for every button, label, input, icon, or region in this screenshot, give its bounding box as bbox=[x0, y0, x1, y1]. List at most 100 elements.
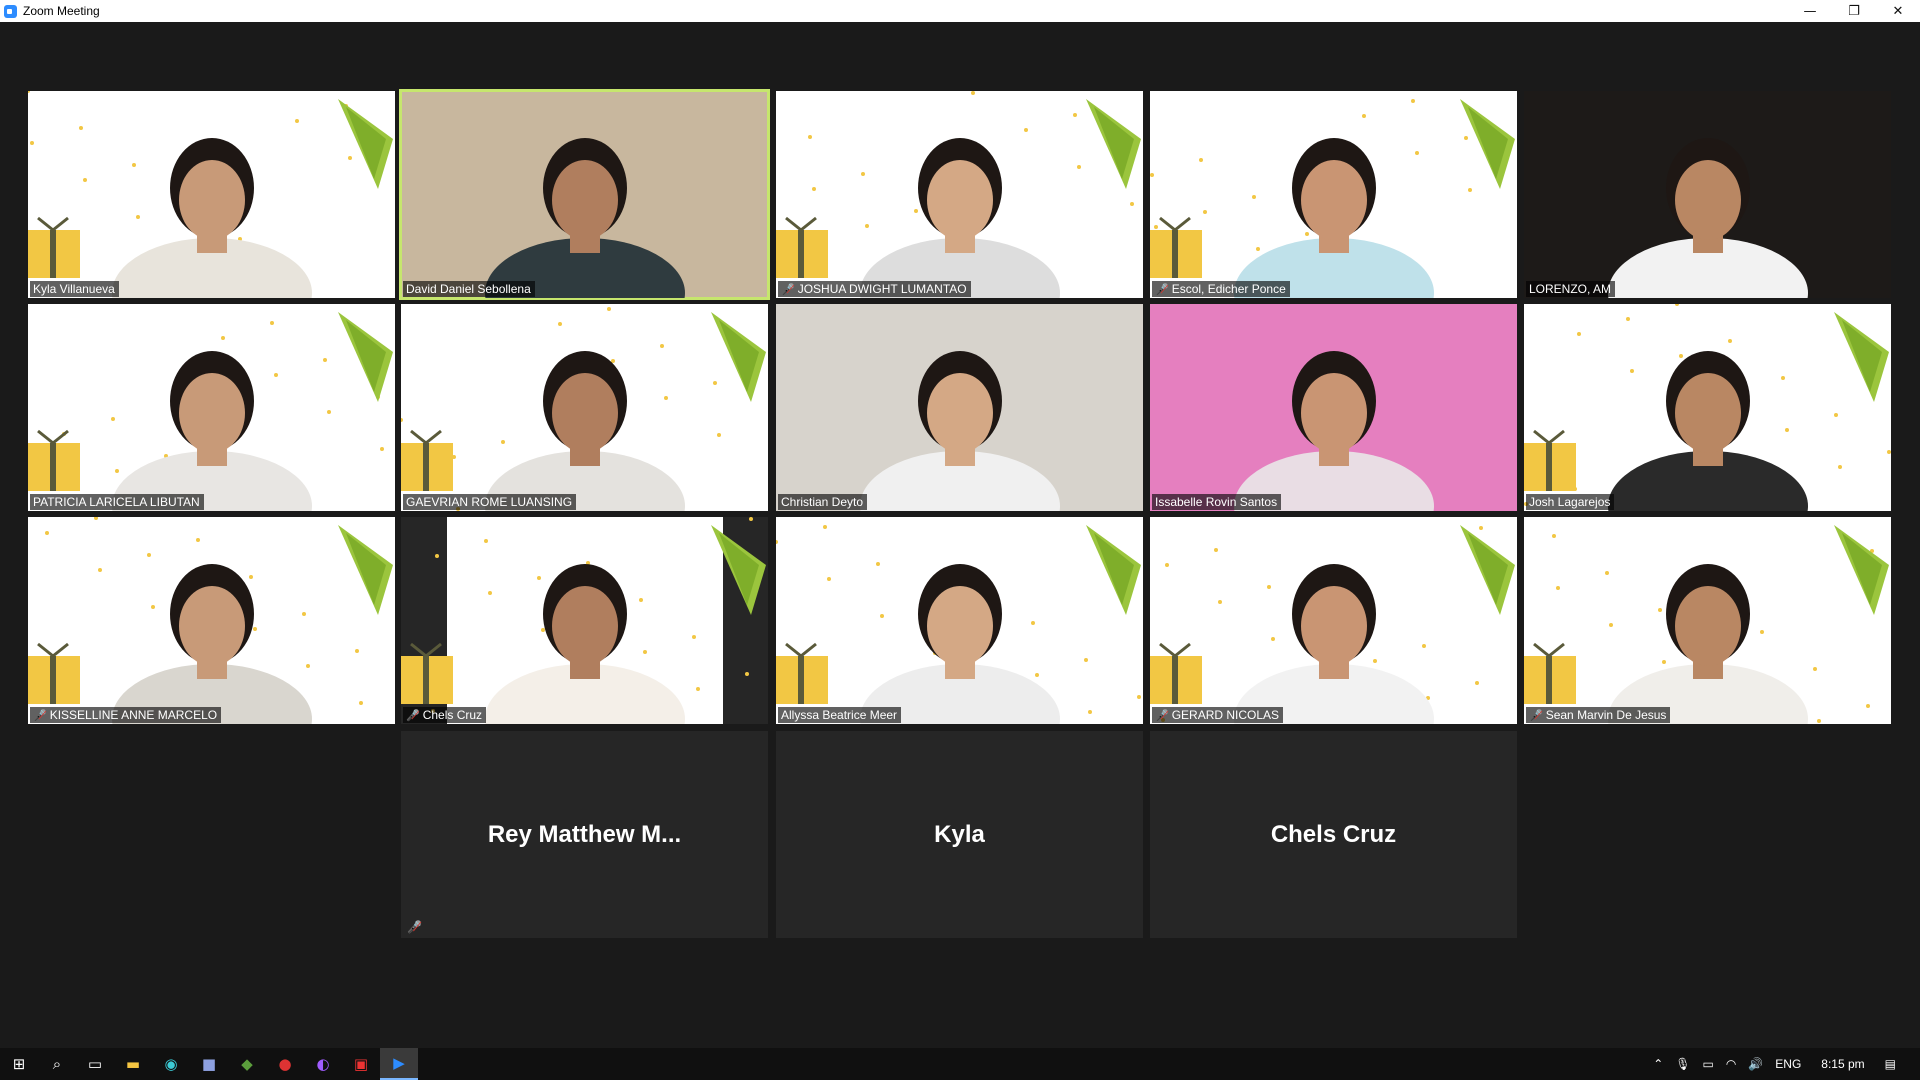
participant-video-tile[interactable]: 🎤̸ JOSHUA DWIGHT LUMANTAO bbox=[776, 91, 1143, 298]
gift-box-decoration bbox=[1150, 216, 1202, 278]
gift-box-decoration bbox=[28, 429, 80, 491]
participant-name-label: 🎤̸ Sean Marvin De Jesus bbox=[1526, 707, 1671, 723]
participant-video-tile[interactable]: 🎤̸ Chels Cruz bbox=[401, 517, 768, 724]
christmas-tree-decoration bbox=[338, 312, 393, 402]
muted-microphone-icon: 🎤̸ bbox=[1155, 708, 1169, 722]
christmas-tree-decoration bbox=[1460, 525, 1515, 615]
window-title-bar: Zoom Meeting — ❐ ✕ bbox=[0, 0, 1920, 22]
christmas-tree-decoration bbox=[711, 312, 766, 402]
participant-video-off-tile[interactable]: Kyla bbox=[776, 731, 1143, 938]
battery-icon[interactable]: ▭ bbox=[1703, 1057, 1714, 1071]
participant-name: Chels Cruz bbox=[422, 708, 483, 722]
discord-icon[interactable]: ■ bbox=[190, 1048, 228, 1080]
participant-silhouette bbox=[859, 138, 1060, 298]
participant-silhouette bbox=[1607, 351, 1808, 511]
muted-microphone-icon: 🎤̸ bbox=[1155, 282, 1169, 296]
app-icon[interactable]: ▣ bbox=[342, 1048, 380, 1080]
participant-video-tile[interactable]: PATRICIA LARICELA LIBUTAN bbox=[28, 304, 395, 511]
christmas-tree-decoration bbox=[711, 525, 766, 615]
participant-video-tile[interactable]: Christian Deyto bbox=[776, 304, 1143, 511]
christmas-tree-decoration bbox=[1086, 99, 1141, 189]
gift-box-decoration bbox=[776, 216, 828, 278]
system-tray: ⌃ 🎙 ▭ ◠ 🔊 ENG 8:15 pm ▤ bbox=[1647, 1048, 1920, 1080]
gift-box-decoration bbox=[1524, 429, 1576, 491]
participant-video-tile[interactable]: 🎤̸ Escol, Edicher Ponce bbox=[1150, 91, 1517, 298]
participant-name: Christian Deyto bbox=[781, 495, 864, 509]
task-view-icon[interactable]: ▭ bbox=[76, 1048, 114, 1080]
clock[interactable]: 8:15 pm bbox=[1821, 1057, 1864, 1071]
gift-box-decoration bbox=[401, 429, 453, 491]
participant-name-label: Allyssa Beatrice Meer bbox=[778, 707, 902, 723]
gift-box-decoration bbox=[1150, 642, 1202, 704]
participant-video-tile[interactable]: Allyssa Beatrice Meer bbox=[776, 517, 1143, 724]
participant-name-label: 🎤̸ JOSHUA DWIGHT LUMANTAO bbox=[778, 281, 971, 297]
muted-microphone-icon: 🎤̸ bbox=[781, 282, 795, 296]
participant-silhouette bbox=[859, 564, 1060, 724]
participant-name: LORENZO, AM bbox=[1529, 282, 1612, 296]
participant-name-label: 🎤̸ Escol, Edicher Ponce bbox=[1152, 281, 1290, 297]
window-controls: — ❐ ✕ bbox=[1788, 0, 1920, 22]
participant-name: Sean Marvin De Jesus bbox=[1545, 708, 1667, 722]
participant-name: GAEVRIAN ROME LUANSING bbox=[406, 495, 573, 509]
gallery-view: Kyla Villanueva David Daniel Sebollena 🎤̸ J… bbox=[0, 22, 1920, 1048]
edge-browser-icon[interactable]: ◉ bbox=[152, 1048, 190, 1080]
wifi-icon[interactable]: ◠ bbox=[1726, 1057, 1736, 1071]
search-icon[interactable]: ⌕ bbox=[38, 1048, 76, 1080]
participant-display-name: Kyla bbox=[934, 820, 985, 848]
zoom-taskbar-icon[interactable]: ▶ bbox=[380, 1048, 418, 1080]
language-indicator[interactable]: ENG bbox=[1775, 1057, 1801, 1071]
participant-video-tile[interactable]: 🎤̸ KISSELLINE ANNE MARCELO bbox=[28, 517, 395, 724]
participant-name-label: PATRICIA LARICELA LIBUTAN bbox=[30, 494, 204, 510]
participant-silhouette bbox=[484, 138, 685, 298]
chevron-up-icon[interactable]: ⌃ bbox=[1653, 1057, 1663, 1071]
participant-video-tile[interactable]: David Daniel Sebollena bbox=[399, 89, 770, 300]
christmas-tree-decoration bbox=[1086, 525, 1141, 615]
christmas-tree-decoration bbox=[1834, 525, 1889, 615]
file-explorer-icon[interactable]: ▬ bbox=[114, 1048, 152, 1080]
restore-button[interactable]: ❐ bbox=[1832, 0, 1876, 22]
participant-name-label: GAEVRIAN ROME LUANSING bbox=[403, 494, 577, 510]
participant-name-label: Christian Deyto bbox=[778, 494, 868, 510]
participant-video-tile[interactable]: 🎤̸ Sean Marvin De Jesus bbox=[1524, 517, 1891, 724]
notification-icon[interactable]: ▤ bbox=[1885, 1057, 1896, 1071]
participant-video-tile[interactable]: Kyla Villanueva bbox=[28, 91, 395, 298]
close-button[interactable]: ✕ bbox=[1876, 0, 1920, 22]
minecraft-icon[interactable]: ◆ bbox=[228, 1048, 266, 1080]
minimize-button[interactable]: — bbox=[1788, 0, 1832, 22]
participant-video-tile[interactable]: 🎤̸ GERARD NICOLAS bbox=[1150, 517, 1517, 724]
participant-name-label: LORENZO, AM bbox=[1526, 281, 1616, 297]
muted-microphone-icon: 🎤̸ bbox=[1529, 708, 1543, 722]
windows-taskbar: ⊞ ⌕ ▭ ▬ ◉ ■ ◆ ● ◐ ▣ ▶ ⌃ 🎙 ▭ ◠ 🔊 ENG 8:15… bbox=[0, 1048, 1920, 1080]
christmas-tree-decoration bbox=[1834, 312, 1889, 402]
participant-silhouette bbox=[1233, 138, 1434, 298]
participant-video-off-tile[interactable]: Rey Matthew M... 🎤̸ bbox=[401, 731, 768, 938]
participant-video-off-tile[interactable]: Chels Cruz bbox=[1150, 731, 1517, 938]
participant-video-tile[interactable]: Issabelle Rovin Santos bbox=[1150, 304, 1517, 511]
participant-video-tile[interactable]: Josh Lagarejos bbox=[1524, 304, 1891, 511]
messenger-icon[interactable]: ◐ bbox=[304, 1048, 342, 1080]
christmas-tree-decoration bbox=[1460, 99, 1515, 189]
christmas-tree-decoration bbox=[338, 525, 393, 615]
volume-icon[interactable]: 🔊 bbox=[1748, 1057, 1763, 1071]
muted-microphone-icon: 🎤̸ bbox=[406, 708, 420, 722]
start-button-icon[interactable]: ⊞ bbox=[0, 1048, 38, 1080]
christmas-tree-decoration bbox=[338, 99, 393, 189]
participant-name: Kyla Villanueva bbox=[33, 282, 115, 296]
participant-display-name: Rey Matthew M... bbox=[487, 820, 682, 848]
participant-name-label: 🎤̸ Chels Cruz bbox=[403, 707, 487, 723]
among-us-icon[interactable]: ● bbox=[266, 1048, 304, 1080]
participant-silhouette bbox=[111, 351, 312, 511]
participant-silhouette bbox=[111, 564, 312, 724]
participant-video-tile[interactable]: GAEVRIAN ROME LUANSING bbox=[401, 304, 768, 511]
window-title: Zoom Meeting bbox=[23, 4, 100, 18]
participant-name: Allyssa Beatrice Meer bbox=[781, 708, 898, 722]
participant-silhouette bbox=[1607, 138, 1808, 298]
participant-silhouette bbox=[484, 351, 685, 511]
gift-box-decoration bbox=[776, 642, 828, 704]
microphone-icon[interactable]: 🎙 bbox=[1675, 1057, 1690, 1071]
participant-name-label: David Daniel Sebollena bbox=[403, 281, 535, 297]
participant-silhouette bbox=[111, 138, 312, 298]
muted-microphone-icon: 🎤̸ bbox=[33, 708, 47, 722]
participant-video-tile[interactable]: LORENZO, AM bbox=[1524, 91, 1891, 298]
muted-microphone-icon: 🎤̸ bbox=[407, 920, 422, 934]
